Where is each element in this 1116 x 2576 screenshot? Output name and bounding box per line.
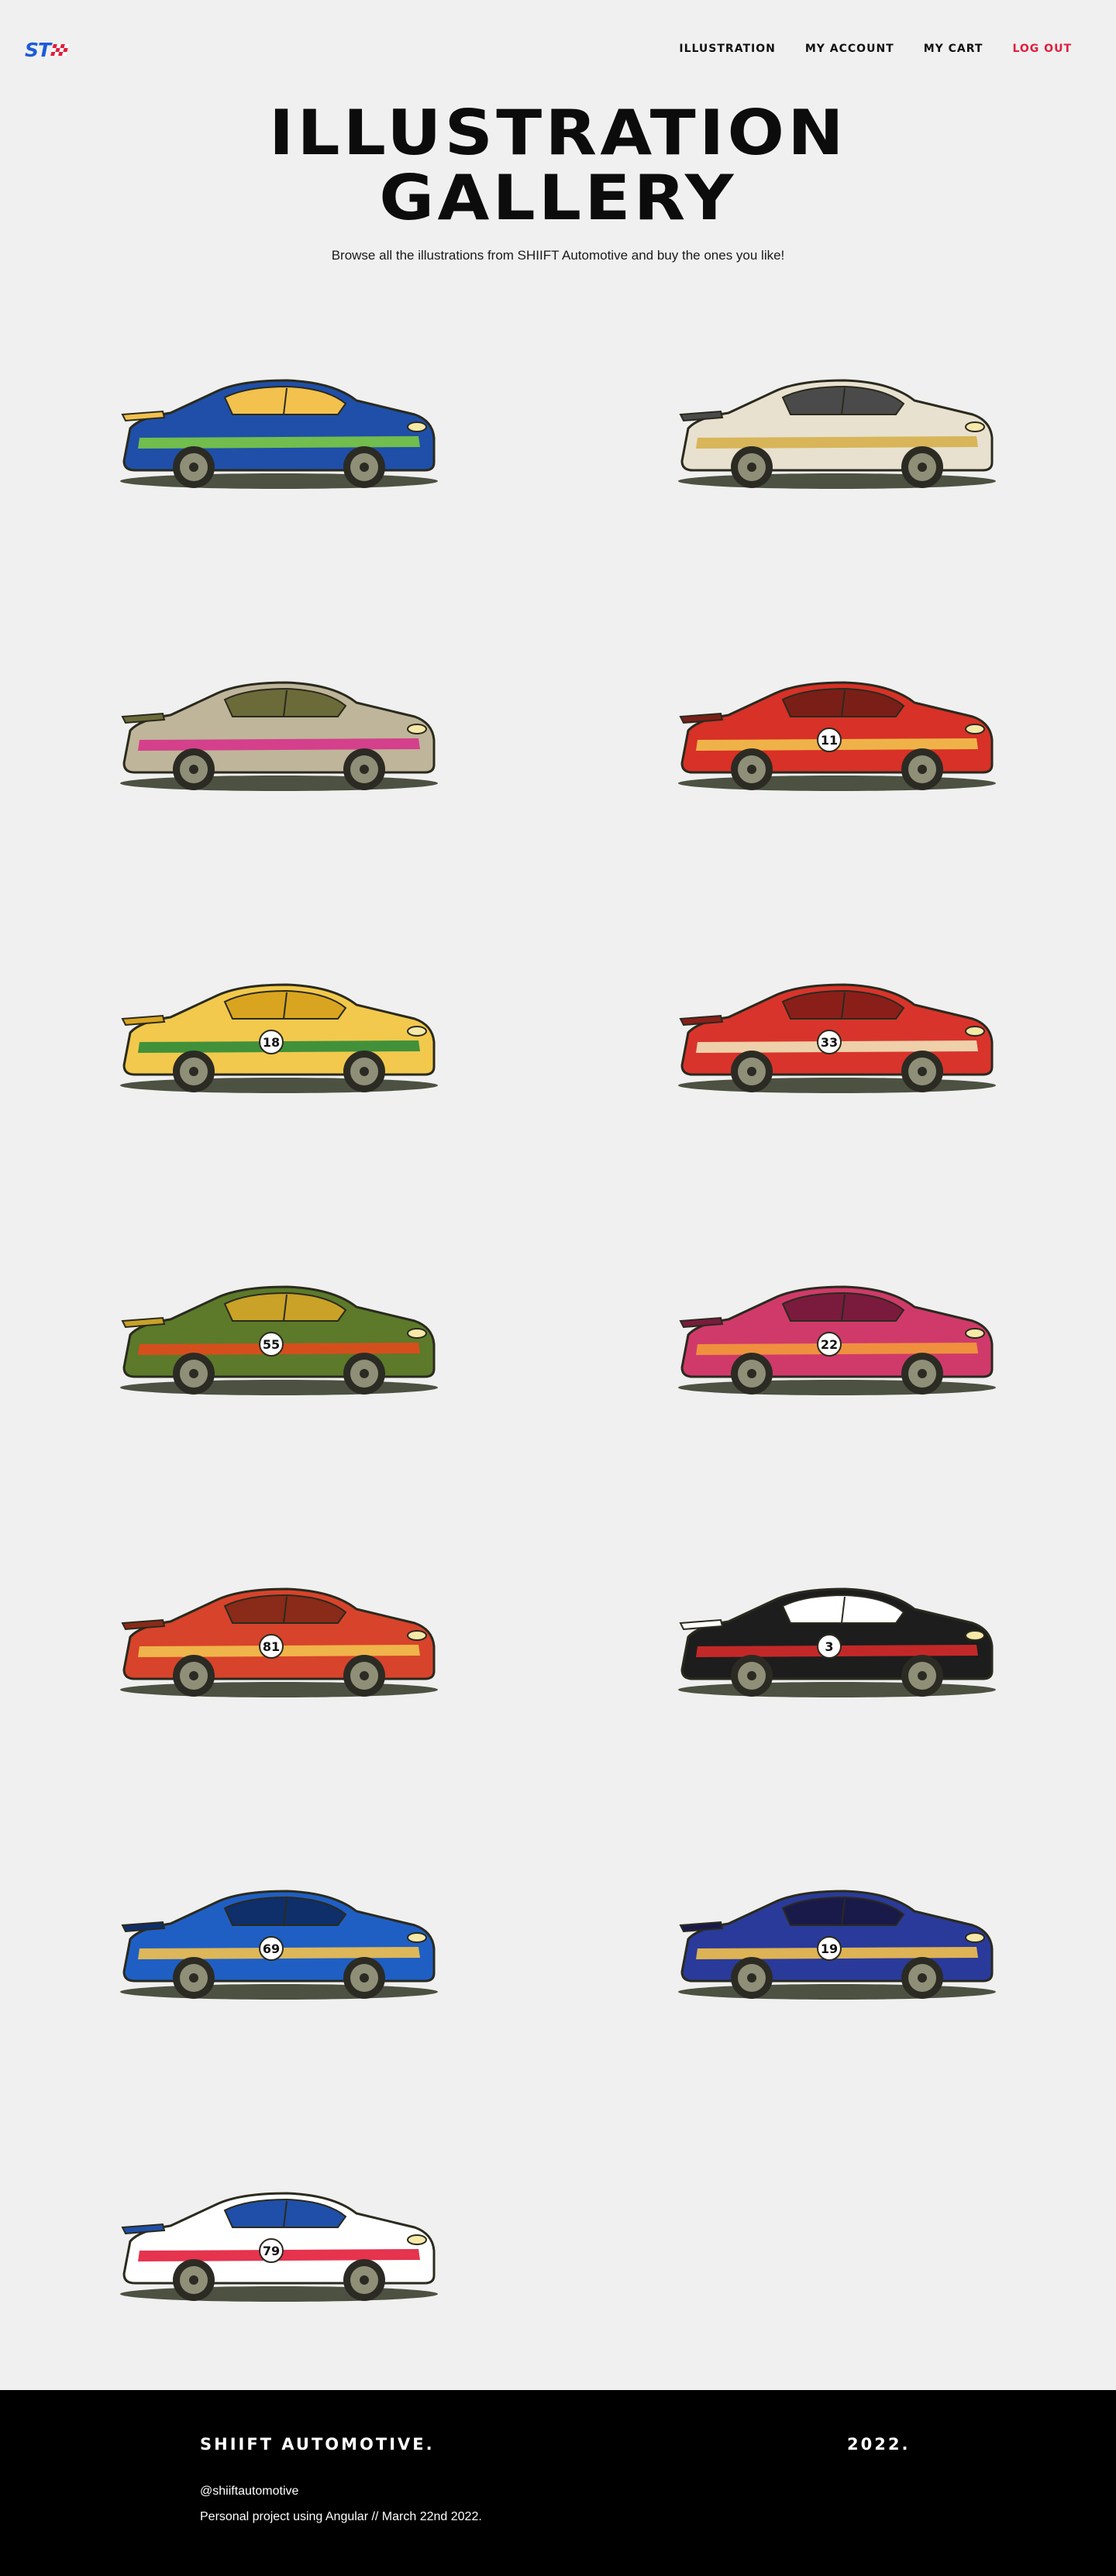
nav-my-cart[interactable]: MY CART — [924, 43, 983, 55]
gt-car-red-stripe-icon: 33 — [678, 983, 996, 1093]
footer-year: 2022. — [847, 2435, 911, 2454]
footer-handle[interactable]: @shiiftautomotive — [200, 2485, 298, 2499]
svg-text:69: 69 — [263, 1941, 280, 1956]
nav-my-account[interactable]: MY ACCOUNT — [805, 43, 894, 55]
site-logo[interactable]: ST — [25, 39, 69, 61]
nav-illustration[interactable]: ILLUSTRATION — [679, 43, 775, 55]
art-car-multicolor-icon: 79 — [120, 2192, 438, 2302]
svg-text:11: 11 — [821, 733, 838, 748]
svg-text:19: 19 — [821, 1941, 838, 1956]
gallery-item[interactable]: 22 — [659, 1201, 1015, 1457]
logo-text: ST — [25, 39, 51, 61]
nav-log-out[interactable]: LOG OUT — [1012, 43, 1072, 55]
gallery-item[interactable]: 19 — [659, 1805, 1015, 2061]
gt-car-red-orange-icon: 81 — [120, 1587, 438, 1697]
main-nav: ILLUSTRATION MY ACCOUNT MY CART LOG OUT — [679, 43, 1072, 55]
gallery-item[interactable]: 69 — [101, 1805, 457, 2061]
footer-note: Personal project using Angular // March … — [200, 2510, 482, 2523]
touring-car-silver-icon — [120, 681, 438, 791]
gt-car-white-icon — [678, 379, 996, 489]
svg-text:55: 55 — [263, 1337, 280, 1352]
gt-car-yellow-icon: 18 — [120, 983, 438, 1093]
gt-car-pink-icon: 22 — [678, 1285, 996, 1395]
page: ST ILLUSTRATION MY ACCOUNT MY CART LOG O… — [0, 0, 1116, 2576]
svg-text:22: 22 — [821, 1337, 838, 1352]
svg-text:18: 18 — [263, 1035, 280, 1050]
gt-car-red-icon: 11 — [678, 681, 996, 791]
gallery-item[interactable] — [101, 294, 457, 550]
prototype-car-green-icon: 55 — [120, 1285, 438, 1395]
svg-text:79: 79 — [263, 2244, 280, 2258]
gallery-item[interactable]: 11 — [659, 597, 1015, 852]
gallery-item[interactable]: 33 — [659, 899, 1015, 1154]
footer-brand: SHIIFT AUTOMOTIVE. — [200, 2435, 435, 2454]
gallery-item[interactable]: 79 — [101, 2107, 457, 2363]
svg-text:3: 3 — [825, 1639, 833, 1654]
rally-car-blue-icon — [120, 379, 438, 489]
page-title-line2: GALLERY — [379, 162, 737, 234]
gt-car-black-red-icon: 3 — [678, 1587, 996, 1697]
gallery-item[interactable]: 55 — [101, 1201, 457, 1457]
page-subtitle: Browse all the illustrations from SHIIFT… — [331, 248, 785, 263]
gallery-item[interactable]: 18 — [101, 899, 457, 1154]
svg-text:81: 81 — [263, 1639, 280, 1654]
gt-car-blue-livery-icon: 69 — [120, 1890, 438, 2000]
site-header: ST ILLUSTRATION MY ACCOUNT MY CART LOG O… — [0, 0, 1116, 101]
gallery-item[interactable]: 81 — [101, 1503, 457, 1759]
gallery-item[interactable] — [659, 294, 1015, 550]
page-title: ILLUSTRATION GALLERY — [0, 101, 1116, 231]
gt-car-yellow-blue-icon: 19 — [678, 1890, 996, 2000]
page-title-line1: ILLUSTRATION — [269, 97, 847, 169]
gallery-item[interactable] — [101, 597, 457, 852]
hero: ILLUSTRATION GALLERY Browse all the illu… — [0, 101, 1116, 263]
site-footer: SHIIFT AUTOMOTIVE. 2022. @shiiftautomoti… — [0, 2390, 1116, 2576]
gallery-item[interactable]: 3 — [659, 1503, 1015, 1759]
checkered-flag-icon — [50, 44, 69, 56]
svg-text:33: 33 — [821, 1035, 838, 1050]
